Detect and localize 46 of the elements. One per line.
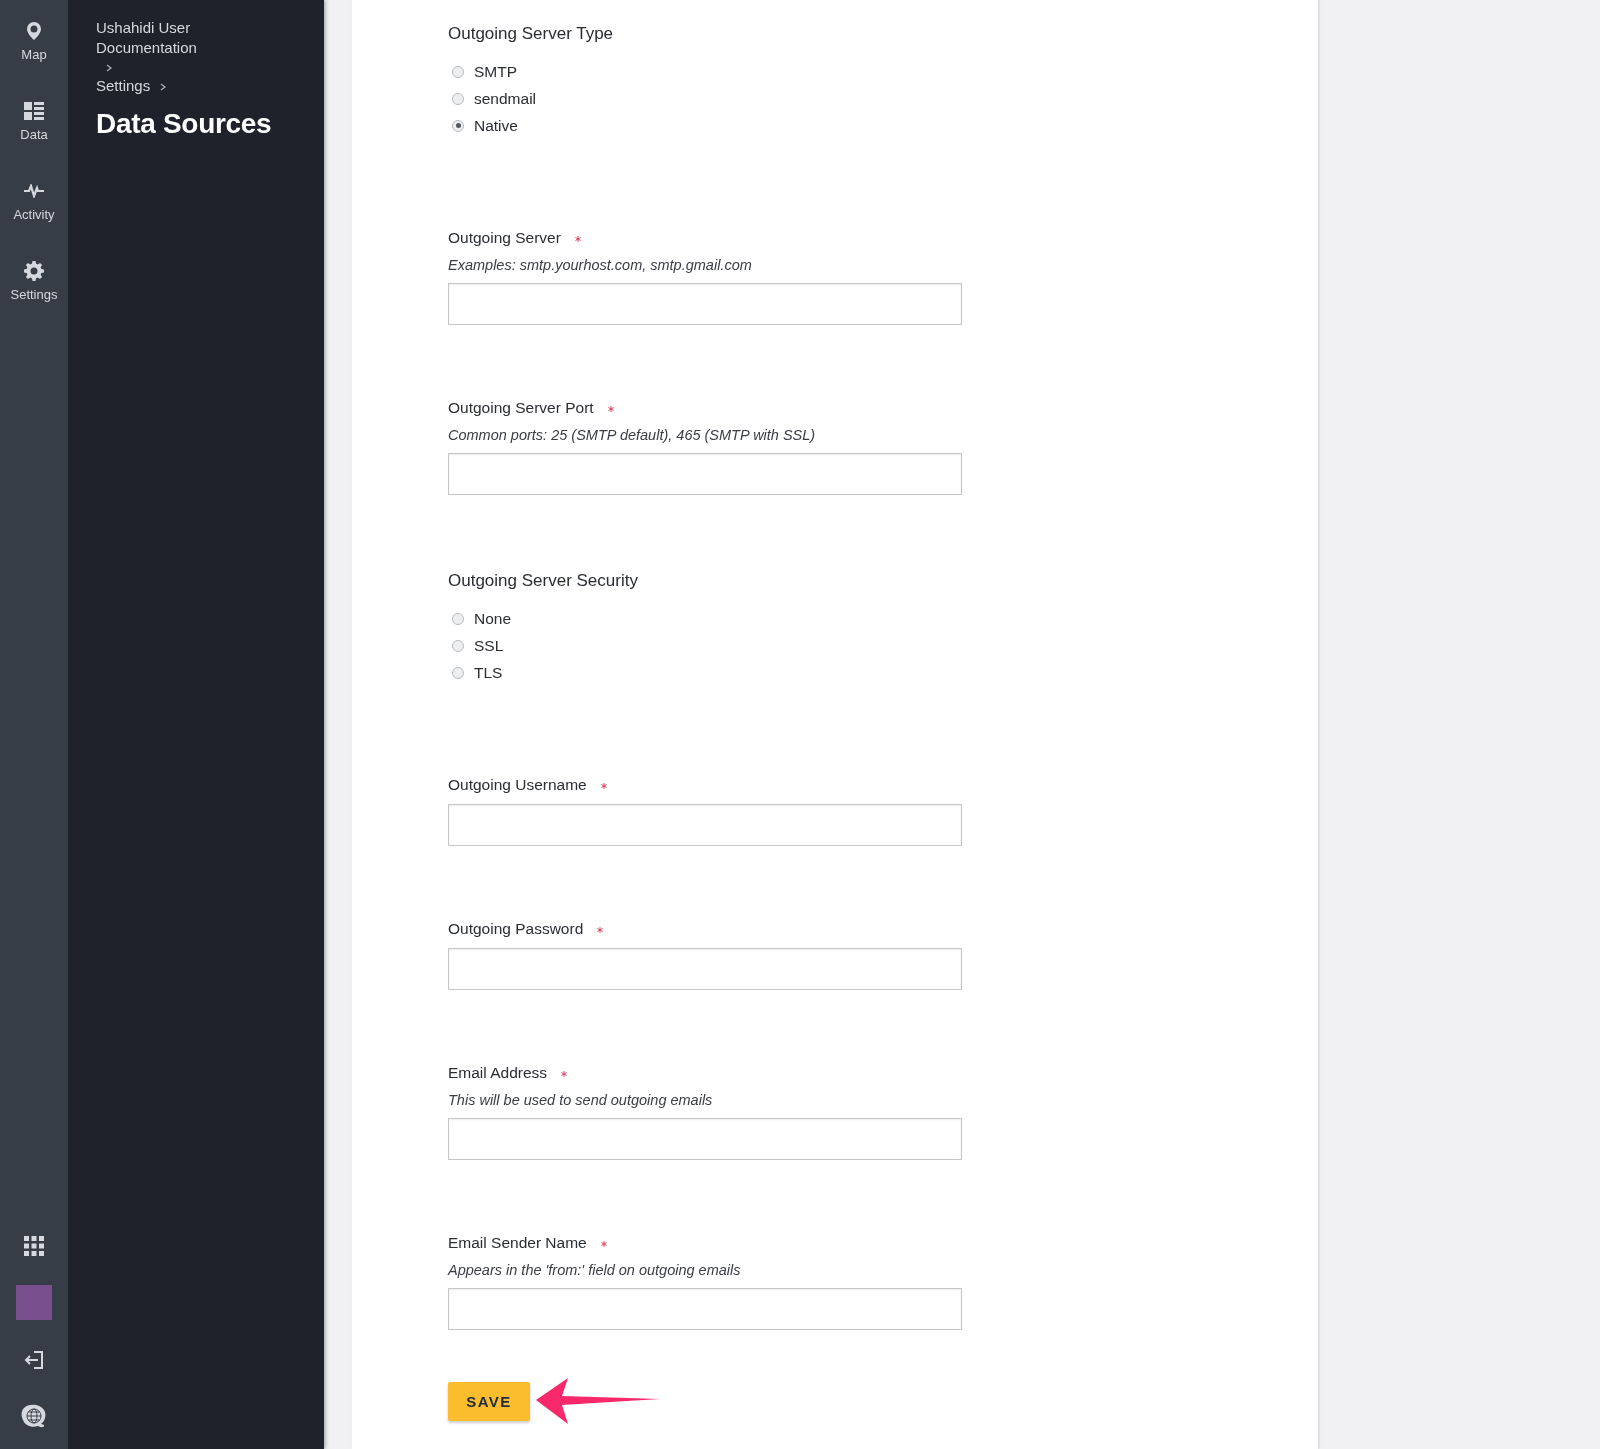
field-label: Email Address (448, 1064, 548, 1082)
radio-button[interactable] (452, 119, 464, 132)
field-hint: Common ports: 25 (SMTP default), 465 (SMTP with SSL) (448, 427, 816, 443)
field-label: Outgoing Username (448, 776, 587, 794)
nav-item[interactable]: Activity (0, 160, 68, 240)
text-input[interactable] (448, 453, 962, 495)
radio-option[interactable]: Native (448, 112, 518, 139)
text-input[interactable] (448, 804, 962, 846)
map-pin-icon (26, 21, 42, 41)
nav-item[interactable]: Settings (0, 240, 68, 320)
text-input[interactable] (448, 948, 962, 990)
radio-option[interactable]: sendmail (448, 85, 537, 112)
list-grid-icon (24, 102, 44, 120)
radio-button[interactable] (452, 666, 464, 679)
radio-button[interactable] (452, 92, 464, 105)
breadcrumb-link[interactable]: Settings (96, 76, 151, 96)
field-hint: Examples: smtp.yourhost.com, smtp.gmail.com (448, 257, 752, 273)
pulse-icon (23, 184, 45, 198)
logout-icon[interactable] (24, 1350, 44, 1369)
globe-logo-icon[interactable] (20, 1403, 48, 1430)
page-title: Data Sources (96, 108, 273, 140)
field-label: Outgoing Server Port (448, 399, 594, 417)
save-button[interactable]: SAVE (448, 1381, 530, 1421)
apps-grid-icon[interactable] (24, 1235, 44, 1256)
nav-item[interactable]: Data (0, 80, 68, 160)
breadcrumb-link[interactable]: Ushahidi User Documentation (96, 18, 246, 58)
radio-option[interactable]: SMTP (448, 58, 518, 85)
text-input[interactable] (448, 1118, 962, 1160)
radio-option[interactable]: TLS (448, 659, 503, 686)
radio-option[interactable]: None (448, 605, 512, 632)
section-heading: Outgoing Server Security (448, 571, 638, 591)
radio-button[interactable] (452, 65, 464, 78)
field-label: Outgoing Password (448, 920, 584, 938)
radio-button[interactable] (452, 612, 464, 625)
radio-option[interactable]: SSL (448, 632, 504, 659)
field-label: Email Sender Name (448, 1234, 587, 1252)
field-label: Outgoing Server (448, 229, 561, 247)
radio-button[interactable] (452, 639, 464, 652)
text-input[interactable] (448, 1288, 962, 1330)
nav-item[interactable]: Map (0, 0, 68, 80)
avatar-placeholder[interactable] (16, 1285, 52, 1320)
field-hint: Appears in the 'from:' field on outgoing emails (448, 1262, 741, 1278)
text-input[interactable] (448, 283, 962, 325)
section-heading: Outgoing Server Type (448, 24, 614, 44)
settings-icon (24, 261, 44, 281)
field-hint: This will be used to send outgoing emails (448, 1092, 713, 1108)
